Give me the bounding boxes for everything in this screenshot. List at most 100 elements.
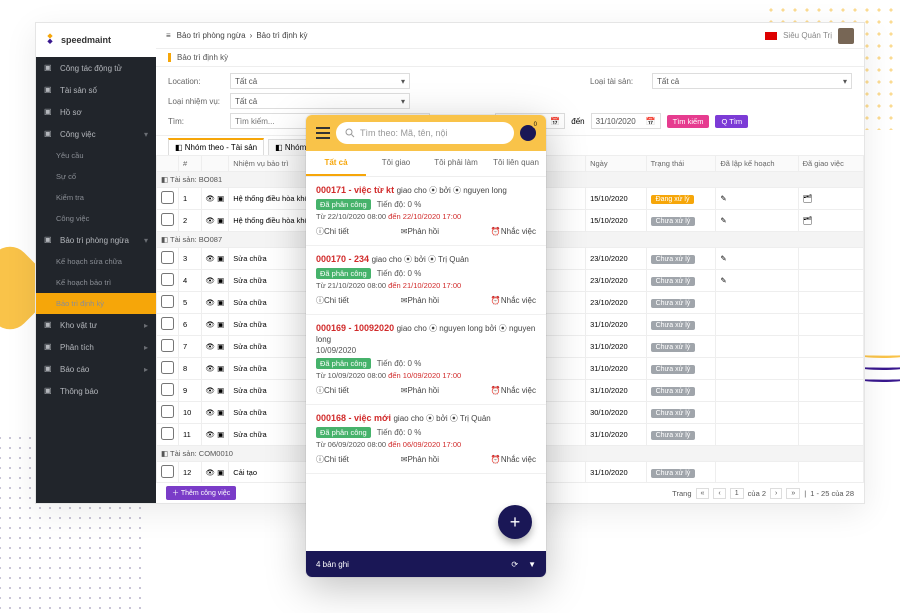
- sidebar-item-label: Phân tích: [60, 343, 94, 352]
- hamburger-icon[interactable]: [316, 127, 330, 139]
- status-badge: Đã phân công: [316, 427, 371, 438]
- breadcrumb-b[interactable]: Bảo trì định kỳ: [256, 31, 307, 40]
- task-card[interactable]: 000171 - việc từ kt giao cho ⦿ bởi ⦿ ngu…: [306, 177, 546, 246]
- fab-add-button[interactable]: +: [498, 505, 532, 539]
- grid-header-cell[interactable]: Trạng thái: [646, 156, 716, 172]
- mobile-search-placeholder: Tìm theo: Mã, tên, nội: [360, 128, 448, 138]
- date-to-label: đến: [571, 117, 584, 126]
- grid-header-cell[interactable]: Ngày: [586, 156, 647, 172]
- task-type-label: Loại nhiệm vụ:: [168, 97, 224, 106]
- flag-icon[interactable]: [765, 32, 777, 40]
- detail-action[interactable]: ⓘChi tiết: [316, 454, 349, 465]
- grid-header-cell[interactable]: [157, 156, 179, 172]
- refresh-icon[interactable]: ⟳: [511, 560, 518, 569]
- grid-header-cell[interactable]: Đã lập kế hoạch: [716, 156, 798, 172]
- sidebar-item[interactable]: Kiểm tra: [36, 187, 156, 208]
- record-count: 1 - 25 của 28: [810, 489, 854, 498]
- chevron-icon: ▸: [144, 365, 148, 374]
- page-prev[interactable]: ‹: [713, 488, 725, 499]
- doc-icon: ▣: [44, 364, 54, 374]
- sidebar-item[interactable]: Kế hoạch bảo trì: [36, 272, 156, 293]
- status-badge: Đã phân công: [316, 268, 371, 279]
- chart-icon: ▣: [44, 342, 54, 352]
- sidebar-item-label: Yêu cầu: [56, 151, 84, 160]
- quick-search-button[interactable]: Q Tìm: [715, 115, 748, 128]
- location-select[interactable]: Tất cả▾: [230, 73, 410, 89]
- mobile-tab[interactable]: Tôi giao: [366, 151, 426, 176]
- status-badge: Đã phân công: [316, 358, 371, 369]
- remind-action[interactable]: ⏰Nhắc việc: [491, 385, 536, 396]
- sidebar-item-label: Công tác động tử: [60, 64, 122, 73]
- filter-icon[interactable]: ▼: [528, 560, 536, 569]
- sidebar-item[interactable]: ▣ Báo cáo ▸: [36, 358, 156, 380]
- detail-action[interactable]: ⓘChi tiết: [316, 226, 349, 237]
- sidebar-item[interactable]: ▣Bảo trì phòng ngừa▾: [36, 229, 156, 251]
- date-to-input[interactable]: 31/10/2020📅: [591, 113, 661, 129]
- mobile-tab[interactable]: Tôi liên quan: [486, 151, 546, 176]
- search-icon: [344, 127, 356, 139]
- task-card[interactable]: 000169 - 10092020 giao cho ⦿ nguyen long…: [306, 315, 546, 405]
- mobile-tab[interactable]: Tất cả: [306, 151, 366, 176]
- sidebar-item[interactable]: Sự cố: [36, 166, 156, 187]
- grid-header-cell[interactable]: [201, 156, 229, 172]
- menu-toggle-icon[interactable]: ≡: [166, 31, 171, 40]
- search-button[interactable]: Tìm kiếm: [667, 115, 710, 128]
- sidebar-item[interactable]: ▣Công việc▾: [36, 123, 156, 145]
- add-task-button[interactable]: ＋ Thêm công việc: [166, 486, 236, 500]
- mobile-search-input[interactable]: Tìm theo: Mã, tên, nội: [336, 122, 514, 144]
- calendar-icon: ▣: [44, 235, 54, 245]
- sidebar-item[interactable]: ▣Phân tích▸: [36, 336, 156, 358]
- sidebar-item[interactable]: ▣Thông báo: [36, 380, 156, 402]
- topbar: ≡ Bảo trì phòng ngừa › Bảo trì định kỳ S…: [156, 23, 864, 49]
- sidebar-item-label: Bảo trì định kỳ: [56, 299, 104, 308]
- bell-icon: ▣: [44, 386, 54, 396]
- task-type-select[interactable]: Tất cả▾: [230, 93, 410, 109]
- asset-type-select[interactable]: Tất cả▾: [652, 73, 852, 89]
- task-card[interactable]: 000170 - 234 giao cho ⦿ bởi ⦿ Trị QuảnĐã…: [306, 246, 546, 315]
- sidebar-item-label: Kế hoạch sửa chữa: [56, 257, 122, 266]
- sidebar-item-label: Hồ sơ: [60, 108, 82, 117]
- feedback-action[interactable]: ✉Phản hồi: [401, 295, 439, 306]
- page-last[interactable]: »: [786, 488, 800, 499]
- sidebar: speedmaint ▣Công tác động tử▣Tài sản số▣…: [36, 23, 156, 503]
- sidebar-item[interactable]: Yêu cầu: [36, 145, 156, 166]
- bell-icon[interactable]: 0: [520, 125, 536, 141]
- chevron-icon: ▾: [144, 130, 148, 139]
- logo-text: speedmaint: [61, 35, 111, 45]
- sidebar-item[interactable]: ▣Hồ sơ: [36, 101, 156, 123]
- home-icon: ▣: [44, 63, 54, 73]
- remind-action[interactable]: ⏰Nhắc việc: [491, 226, 536, 237]
- detail-action[interactable]: ⓘChi tiết: [316, 295, 349, 306]
- remind-action[interactable]: ⏰Nhắc việc: [491, 295, 536, 306]
- sidebar-item-label: Sự cố: [56, 172, 76, 181]
- sidebar-item[interactable]: Kế hoạch sửa chữa: [36, 251, 156, 272]
- detail-action[interactable]: ⓘChi tiết: [316, 385, 349, 396]
- sidebar-item-label: Báo cáo: [60, 365, 89, 374]
- remind-action[interactable]: ⏰Nhắc việc: [491, 454, 536, 465]
- feedback-action[interactable]: ✉Phản hồi: [401, 385, 439, 396]
- sidebar-item[interactable]: ▣ Công tác động tử: [36, 57, 156, 79]
- page-current[interactable]: 1: [730, 488, 744, 499]
- breadcrumb-a[interactable]: Bảo trì phòng ngừa: [177, 31, 246, 40]
- sidebar-item-label: Bảo trì phòng ngừa: [60, 236, 129, 245]
- sidebar-item[interactable]: Công việc: [36, 208, 156, 229]
- user-name[interactable]: Siêu Quản Trị: [783, 31, 832, 40]
- mobile-tab[interactable]: Tôi phải làm: [426, 151, 486, 176]
- grid-header-cell[interactable]: Đã giao việc: [798, 156, 863, 172]
- task-card[interactable]: 000168 - việc mới giao cho ⦿ bởi ⦿ Trị Q…: [306, 405, 546, 474]
- mobile-overlay: Tìm theo: Mã, tên, nội 0 Tất cảTôi giaoT…: [306, 115, 546, 577]
- sidebar-item[interactable]: ▣Tài sản số: [36, 79, 156, 101]
- page-total: của 2: [748, 489, 766, 498]
- page-next[interactable]: ›: [770, 488, 782, 499]
- avatar[interactable]: [838, 28, 854, 44]
- grid-header-cell[interactable]: #: [179, 156, 202, 172]
- box-icon: ▣: [44, 320, 54, 330]
- feedback-action[interactable]: ✉Phản hồi: [401, 454, 439, 465]
- sidebar-item[interactable]: Bảo trì định kỳ: [36, 293, 156, 314]
- page-first[interactable]: «: [696, 488, 710, 499]
- tab-group-asset[interactable]: ◧ Nhóm theo - Tài sản: [168, 138, 264, 155]
- breadcrumb: Bảo trì phòng ngừa › Bảo trì định kỳ: [177, 31, 308, 40]
- feedback-action[interactable]: ✉Phản hồi: [401, 226, 439, 237]
- sidebar-item-label: Kiểm tra: [56, 193, 84, 202]
- sidebar-item[interactable]: ▣Kho vật tư▸: [36, 314, 156, 336]
